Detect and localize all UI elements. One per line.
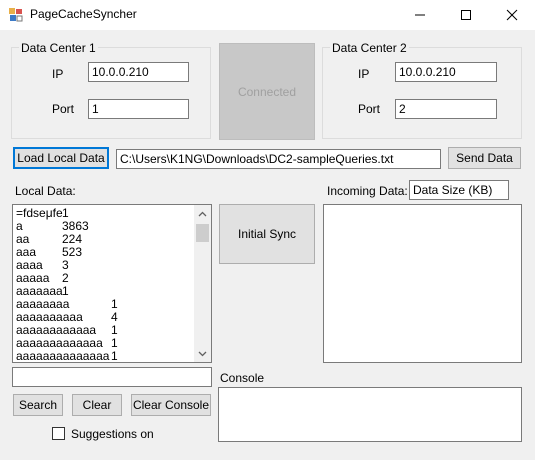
- list-item-key: a: [16, 219, 23, 233]
- scroll-up-button[interactable]: [194, 205, 211, 222]
- dc2-ip-field[interactable]: 10.0.0.210: [395, 62, 497, 82]
- dc1-port-field[interactable]: 1: [88, 99, 189, 119]
- list-item[interactable]: =fdseμfe 1: [16, 207, 191, 220]
- title-bar: PageCacheSyncher: [0, 0, 535, 30]
- dc2-port-label: Port: [358, 102, 381, 116]
- window-bottom: [0, 452, 535, 460]
- data-center-2-group: [322, 47, 522, 139]
- load-local-data-button[interactable]: Load Local Data: [13, 147, 109, 169]
- maximize-button[interactable]: [443, 0, 489, 30]
- suggestions-checkbox[interactable]: [52, 427, 65, 440]
- initial-sync-button[interactable]: Initial Sync: [219, 204, 315, 264]
- close-icon: [506, 9, 518, 21]
- chevron-up-icon: [198, 211, 207, 216]
- list-item-key: aaaaaaaaaaaaaa: [16, 349, 110, 363]
- list-item[interactable]: aa 224: [16, 233, 191, 246]
- dc1-port-label: Port: [52, 102, 75, 116]
- close-button[interactable]: [489, 0, 535, 30]
- local-data-scrollbar[interactable]: [194, 205, 211, 362]
- data-size-field[interactable]: Data Size (KB): [409, 180, 509, 200]
- list-item-key: aaaaa: [16, 271, 50, 285]
- console-output[interactable]: [218, 387, 522, 442]
- data-center-1-group: [11, 47, 211, 139]
- local-data-list[interactable]: =fdseμfe 1 a 3863 aa 224 aaa 523 aaaa 3 aaaaa 2 aaaa…: [12, 204, 212, 363]
- list-item-key: aaa: [16, 245, 37, 259]
- list-item-key: aaaa: [16, 258, 43, 272]
- maximize-icon: [461, 10, 471, 20]
- data-center-2-title: Data Center 2: [330, 41, 409, 55]
- dc1-ip-field[interactable]: 10.0.0.210: [88, 62, 189, 82]
- console-label: Console: [220, 371, 265, 385]
- connection-status: Connected: [219, 43, 315, 140]
- list-item-key: aaaaaaa: [16, 284, 63, 298]
- list-item[interactable]: aaaaaaaaaaaaaa 1: [16, 350, 191, 363]
- list-item-key: aaaaaaaa: [16, 297, 70, 311]
- scroll-down-button[interactable]: [194, 345, 211, 362]
- list-item-key: =fdseμfe: [16, 206, 63, 220]
- dc1-ip-label: IP: [52, 67, 64, 81]
- list-item-key: aaaaaaaaaa: [16, 310, 83, 324]
- list-item-key: aaaaaaaaaaaa: [16, 323, 97, 337]
- list-item[interactable]: a 3863: [16, 220, 191, 233]
- file-path-field[interactable]: C:\Users\K1NG\Downloads\DC2-sampleQuerie…: [116, 149, 441, 169]
- clear-button[interactable]: Clear: [72, 394, 122, 416]
- scroll-thumb[interactable]: [196, 224, 209, 242]
- window-title: PageCacheSyncher: [30, 7, 137, 21]
- chevron-down-icon: [198, 351, 207, 356]
- list-item-value: 1: [111, 349, 118, 363]
- clear-console-button[interactable]: Clear Console: [131, 394, 211, 416]
- minimize-button[interactable]: [397, 0, 443, 30]
- incoming-data-label: Incoming Data:: [327, 184, 408, 198]
- dc2-port-field[interactable]: 2: [395, 99, 497, 119]
- incoming-data-list[interactable]: [323, 204, 522, 363]
- suggestions-label: Suggestions on: [71, 427, 154, 441]
- list-item-key: aaaaaaaaaaaaa: [16, 336, 103, 350]
- list-item-key: aa: [16, 232, 30, 246]
- search-button[interactable]: Search: [13, 394, 63, 416]
- search-input[interactable]: [12, 367, 212, 387]
- app-icon: [8, 7, 24, 23]
- send-data-button[interactable]: Send Data: [448, 147, 521, 169]
- dc2-ip-label: IP: [358, 67, 370, 81]
- local-data-label: Local Data:: [15, 184, 76, 198]
- minimize-icon: [415, 14, 425, 16]
- data-center-1-title: Data Center 1: [19, 41, 98, 55]
